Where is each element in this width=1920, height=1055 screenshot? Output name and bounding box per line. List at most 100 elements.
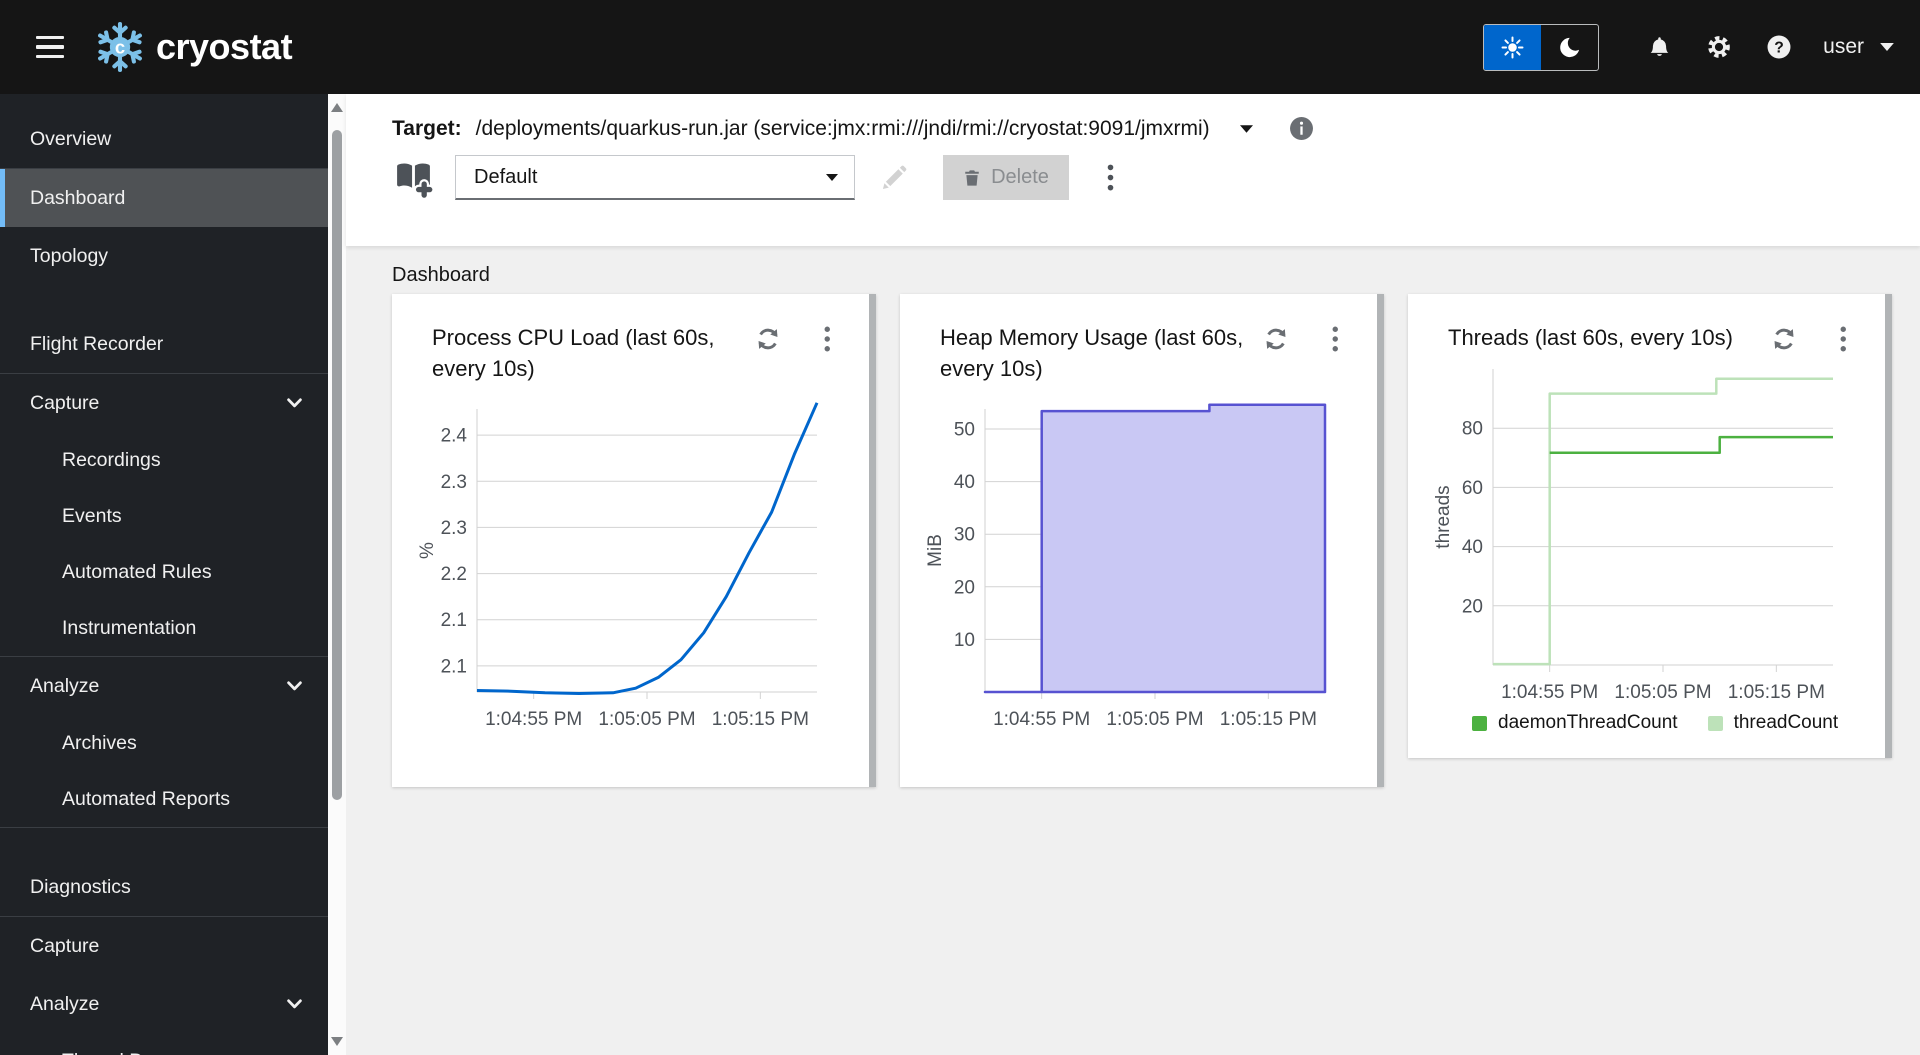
card-title: Process CPU Load (last 60s, every 10s) <box>432 325 715 381</box>
notifications-button[interactable] <box>1629 22 1689 72</box>
sidebar-item-overview[interactable]: Overview <box>0 110 328 168</box>
scrollbar-thumb[interactable] <box>332 130 342 800</box>
svg-text:1:05:15 PM: 1:05:15 PM <box>712 709 809 730</box>
delete-layout-button[interactable]: Delete <box>943 155 1069 200</box>
settings-button[interactable] <box>1689 22 1749 72</box>
nav-toggle-button[interactable] <box>30 30 70 65</box>
chevron-down-icon <box>287 398 302 408</box>
svg-text:2.3: 2.3 <box>441 518 467 539</box>
svg-text:1:05:15 PM: 1:05:15 PM <box>1220 709 1317 730</box>
svg-text:60: 60 <box>1462 478 1483 499</box>
sidebar-item-label: Thread Dumps <box>62 1050 191 1055</box>
legend-swatch <box>1707 715 1723 731</box>
snowflake-logo-icon: c <box>98 21 142 73</box>
chart-canvas: 50 40 30 20 10 1:04:55 PM 1:05:05 PM 1:05:15 PM… <box>925 403 1327 730</box>
sidebar-item-label: Automated Rules <box>62 560 212 583</box>
sidebar-item-diagnostics[interactable]: Diagnostics <box>0 858 328 916</box>
target-select-toggle[interactable] <box>1236 117 1257 140</box>
sidebar-item-events[interactable]: Events <box>0 488 328 544</box>
svg-text:10: 10 <box>954 630 975 651</box>
sidebar-item-capture[interactable]: Capture <box>0 374 328 432</box>
dashboard-cards: Process CPU Load (last 60s, every 10s) 2… <box>392 294 1892 787</box>
sun-icon <box>1501 36 1524 58</box>
svg-text:20: 20 <box>954 577 975 598</box>
kebab-icon <box>1332 326 1338 352</box>
sidebar-item-recordings[interactable]: Recordings <box>0 432 328 488</box>
series-processCpuLoad <box>476 402 819 695</box>
pencil-icon <box>882 165 907 189</box>
book-plus-icon <box>397 163 435 198</box>
sidebar-item-flight-recorder[interactable]: Flight Recorder <box>0 315 328 373</box>
sidebar-item-label: Topology <box>30 244 109 267</box>
legend-label: threadCount <box>1733 712 1839 733</box>
chart-legend: daemonThreadCount threadCount <box>1472 712 1838 734</box>
svg-text:threads: threads <box>1433 485 1454 548</box>
refresh-button[interactable] <box>756 327 780 354</box>
card-kebab-menu[interactable] <box>824 326 831 355</box>
layout-catalog-button[interactable] <box>392 157 435 198</box>
card-resize-handle[interactable] <box>869 294 876 787</box>
sidebar-item-label: Instrumentation <box>62 616 197 639</box>
sidebar-item-archives[interactable]: Archives <box>0 715 328 771</box>
sidebar-item-automated-rules[interactable]: Automated Rules <box>0 544 328 600</box>
sidebar-item-label: Events <box>62 504 122 527</box>
svg-text:2.2: 2.2 <box>441 564 467 585</box>
sync-icon <box>1774 328 1793 350</box>
rename-layout-button[interactable] <box>881 165 907 191</box>
theme-light-toggle[interactable] <box>1484 24 1542 70</box>
svg-text:1:04:55 PM: 1:04:55 PM <box>993 709 1090 730</box>
svg-text:2.3: 2.3 <box>441 472 467 493</box>
dashboard-section-label: Dashboard <box>392 264 490 286</box>
svg-text:50: 50 <box>954 419 975 440</box>
svg-text:1:05:05 PM: 1:05:05 PM <box>1106 709 1203 730</box>
sidebar-scrollbar[interactable] <box>328 94 346 1055</box>
refresh-button[interactable] <box>1264 327 1288 354</box>
content-header: Target: /deployments/quarkus-run.jar (se… <box>346 94 1920 246</box>
delete-label: Delete <box>991 166 1049 188</box>
series-threadCount <box>1493 377 1833 666</box>
sidebar-item-capture-2[interactable]: Capture <box>0 917 328 975</box>
layout-select-value: Default <box>474 165 538 188</box>
sidebar-item-label: Recordings <box>62 448 161 471</box>
sidebar-item-thread-dumps[interactable]: Thread Dumps <box>0 1033 328 1055</box>
sidebar-item-analyze[interactable]: Analyze <box>0 657 328 715</box>
main-content: Target: /deployments/quarkus-run.jar (se… <box>346 94 1920 1055</box>
sidebar-nav: Overview Dashboard Topology Flight Recorder… <box>0 94 328 1055</box>
scroll-down-arrow[interactable] <box>331 1037 343 1046</box>
layout-kebab-menu[interactable] <box>1099 160 1122 195</box>
sidebar-item-label: Capture <box>30 934 100 957</box>
layout-select[interactable]: Default <box>455 155 855 200</box>
sidebar-item-label: Analyze <box>30 674 100 697</box>
sidebar-item-instrumentation[interactable]: Instrumentation <box>0 600 328 656</box>
chevron-down-icon <box>287 999 302 1009</box>
caret-down-icon <box>1239 125 1253 133</box>
svg-text:1:04:55 PM: 1:04:55 PM <box>1501 682 1598 703</box>
theme-dark-toggle[interactable] <box>1541 25 1598 70</box>
svg-text:1:05:15 PM: 1:05:15 PM <box>1728 682 1825 703</box>
sidebar-item-label: Overview <box>30 127 112 150</box>
logo-initial: c <box>115 36 125 57</box>
target-info-button[interactable] <box>1289 116 1314 141</box>
sidebar-item-analyze-2[interactable]: Analyze <box>0 975 328 1033</box>
card-kebab-menu[interactable] <box>1332 326 1339 355</box>
help-button[interactable]: ? <box>1749 22 1809 72</box>
user-menu[interactable]: user <box>1823 35 1894 59</box>
cpu-load-chart: 2.4 2.3 2.3 2.2 2.1 2.1 1:04:55 PM 1:05:05 PM 1:… <box>417 389 857 754</box>
sidebar-item-label: Analyze <box>30 992 100 1015</box>
brand: c cryostat <box>94 21 293 73</box>
svg-text:2.4: 2.4 <box>441 426 468 447</box>
legend-item-threadCount: threadCount <box>1707 712 1839 734</box>
card-resize-handle[interactable] <box>1885 294 1892 758</box>
sidebar-item-topology[interactable]: Topology <box>0 227 328 285</box>
svg-text:1:05:05 PM: 1:05:05 PM <box>598 709 695 730</box>
caret-down-icon <box>826 174 838 181</box>
sidebar-item-dashboard[interactable]: Dashboard <box>0 169 328 227</box>
scroll-up-arrow[interactable] <box>331 103 343 112</box>
card-resize-handle[interactable] <box>1377 294 1384 787</box>
user-label: user <box>1823 35 1864 58</box>
card-heap-memory-usage: Heap Memory Usage (last 60s, every 10s) <box>900 294 1384 787</box>
gear-icon <box>1708 36 1730 58</box>
svg-text:%: % <box>417 542 438 559</box>
sidebar-item-automated-reports[interactable]: Automated Reports <box>0 771 328 827</box>
